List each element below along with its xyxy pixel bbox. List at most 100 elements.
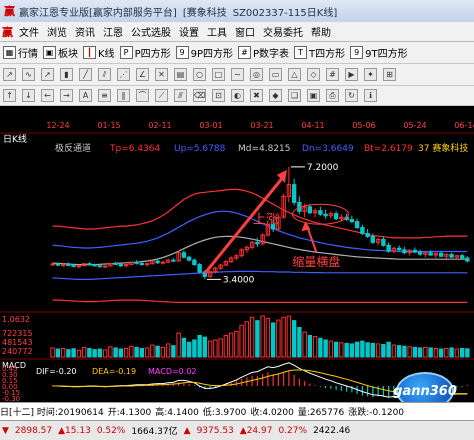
diamond-icon[interactable]: ◇ [307,68,320,81]
color-icon[interactable]: ◆ [269,89,282,102]
text-icon[interactable]: A [79,89,92,102]
cycle-icon[interactable]: ⌒ [136,89,149,102]
info-icon[interactable]: ℹ [364,89,377,102]
index1-value[interactable]: 2898.57 [15,426,52,436]
menu-tools[interactable]: 工具 [203,24,231,39]
menu-window[interactable]: 窗口 [231,24,259,39]
channel-icon[interactable]: ⫽ [98,68,111,81]
toolbar-9p-square-button[interactable]: 9 9P四方形 [175,45,233,60]
bar-icon[interactable]: ▮ [60,68,73,81]
box-icon[interactable]: ▭ [269,68,282,81]
fib-icon[interactable]: ≡ [98,89,111,102]
zoom-in-icon[interactable]: ↗ [3,68,16,81]
angle-icon[interactable]: ∠ [136,68,149,81]
menu-settings[interactable]: 设置 [175,24,203,39]
save-icon[interactable]: ▣ [307,89,320,102]
left-arrow-icon[interactable]: ← [41,89,54,102]
menu-formula[interactable]: 公式选股 [127,24,175,39]
print-icon[interactable]: ⎙ [326,89,339,102]
volume-bar [192,339,197,358]
volume-tick-1: 722315 [2,329,33,338]
candle-body [255,241,260,245]
menu-trade[interactable]: 交易委托 [259,24,307,39]
volume-bar [459,347,465,358]
volume-bar [428,347,433,358]
candle-body [412,249,418,253]
arrow-icon[interactable]: ➚ [41,68,54,81]
trend-icon[interactable]: ⟋ [155,89,168,102]
circle-icon[interactable]: ○ [193,68,206,81]
line-icon[interactable]: ╱ [79,68,92,81]
volume-bar [365,342,370,358]
volume-bar [286,315,292,358]
down-arrow-icon[interactable]: ↓ [22,89,35,102]
kline-chart[interactable]: 12-24 01-15 02-11 03-01 03-21 04-11 05-06 05-24… [0,106,474,403]
parallel-icon[interactable]: ⫻ [174,89,187,102]
fan-icon[interactable]: ⋰ [117,68,130,81]
index-ticker-bar: ▼ 2898.57 ▲15.13 0.52% 1664.37亿 ▲ 9375.5… [0,420,474,440]
hash-icon[interactable]: # [326,68,339,81]
menu-gann[interactable]: 江恩 [99,24,127,39]
toolbar-9t-square-button[interactable]: 9 9T四方形 [350,45,408,60]
menu-help[interactable]: 帮助 [307,24,335,39]
volume-bar [97,348,103,358]
volume-bar [370,342,376,358]
square-icon[interactable]: □ [212,68,225,81]
wave-icon[interactable]: ∼ [231,68,244,81]
layer-icon[interactable]: ❏ [288,89,301,102]
menu-news[interactable]: 资讯 [71,24,99,39]
toolbar-quotes-button[interactable]: ▦ 行情 [3,45,38,60]
candle-body [417,251,423,255]
toolbar-p-digit-button[interactable]: # P数字表 [238,45,289,60]
toolbar-sector-button[interactable]: ▣ 板块 [43,45,78,60]
status-close: 收:4.0200 [250,408,294,418]
refresh-icon[interactable]: ↻ [345,89,358,102]
play-icon[interactable]: ▶ [345,68,358,81]
volume-bar [134,346,139,358]
volume-bar [281,316,286,358]
candle-body [402,249,407,254]
menu-file[interactable]: 文件 [15,24,43,39]
candle-body [186,256,192,261]
up-arrow-icon[interactable]: ↑ [3,89,16,102]
volume-bar [381,344,386,358]
grid-lines-icon[interactable]: ▤ [174,68,187,81]
window-title-bar: 赢 赢家江恩专业版[赢家内部服务平台] [赛象科技 SZ002337-115日K… [0,0,474,22]
lock-icon[interactable]: ⊡ [212,89,225,102]
volume-bars [50,315,470,358]
index2-value[interactable]: 9375.53 [197,426,234,436]
main-toolbar: ▦ 行情 ▣ 板块 ┃ K线 P P四方形 9 9P四方形 # P数字表 T T四方形 9 9T… [0,42,474,64]
tp-value: Tp=6.4364 [109,144,161,154]
hide-icon[interactable]: ◐ [231,89,244,102]
toolbar-kline-button[interactable]: ┃ K线 [83,45,115,60]
toolbar-p-square-button[interactable]: P P四方形 [119,45,171,60]
delete-icon[interactable]: ✖ [250,89,263,102]
right-arrow-icon[interactable]: → [60,89,73,102]
consolidation-annotation-text: 缩量横盘 [292,254,340,269]
chart-area[interactable]: 12-24 01-15 02-11 03-01 03-21 04-11 05-06 05-24… [0,106,474,420]
volume-bar [297,326,302,358]
ruler-icon[interactable]: ⊞ [383,68,396,81]
toolbar-t-square-button[interactable]: T T四方形 [294,45,345,60]
md-value: Md=4.8215 [238,144,291,154]
candle-body [360,227,365,234]
triangle-icon[interactable]: △ [288,68,301,81]
cross-icon[interactable]: ✕ [155,68,168,81]
star-icon[interactable]: ✦ [364,68,377,81]
eraser-icon[interactable]: ⌫ [193,89,206,102]
index1-change: ▲15.13 [58,425,91,436]
select-icon[interactable]: ∿ [22,68,35,81]
menu-browse[interactable]: 浏览 [43,24,71,39]
period-icon[interactable]: ‖ [117,89,130,102]
candle-body [396,247,402,251]
toolbar-p-digit-label: P数字表 [253,49,290,60]
drawing-toolbar: ↗ ∿ ➚ ▮ ╱ ⫽ ⋰ ∠ ✕ ▤ ○ □ ∼ ◎ ▭ △ ◇ # ▶ ✦ … [0,64,474,86]
toolbar-t-square-label: T四方形 [309,49,346,60]
volume-bar [412,346,418,358]
status-low: 低:3.9700 [202,408,247,418]
volume-bar [144,347,150,358]
index1-amount: 1664.37亿 [131,427,178,437]
volume-bar [165,343,171,358]
spiral-icon[interactable]: ◎ [250,68,263,81]
bt-value: Bt=2.6179 [364,144,413,154]
